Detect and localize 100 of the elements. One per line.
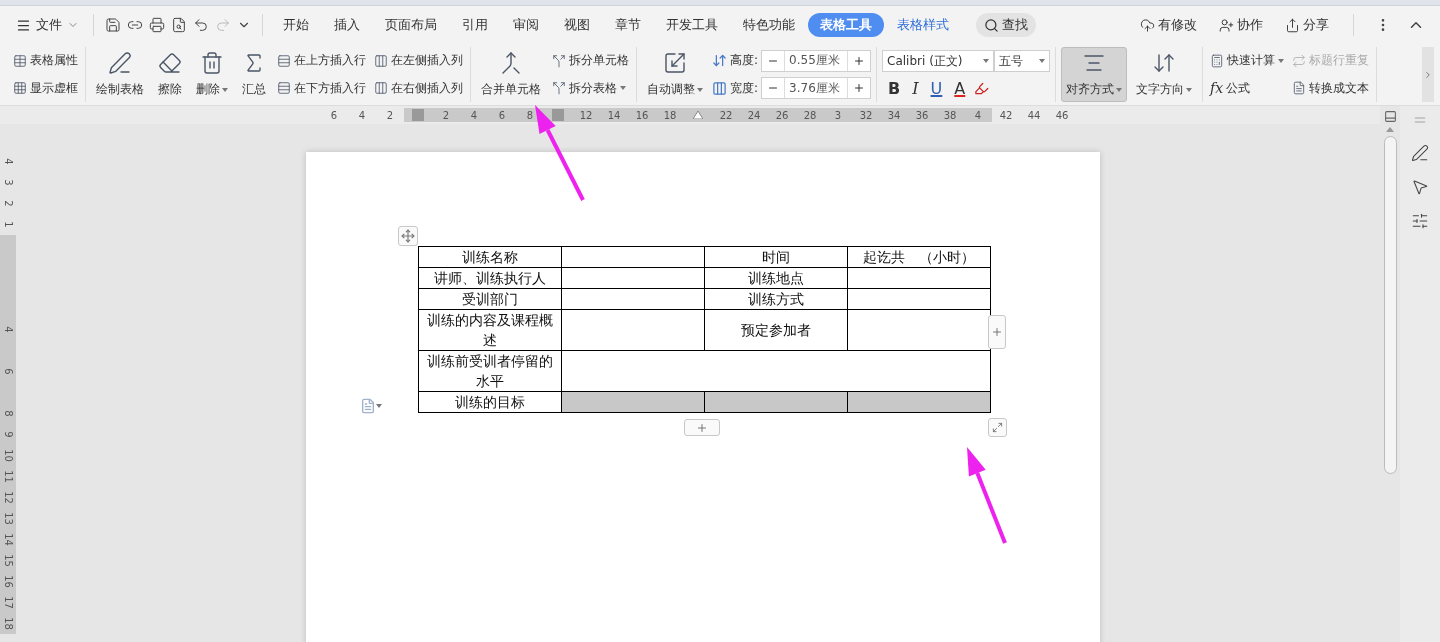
ribbon-button[interactable]: 绘制表格 [91, 47, 149, 102]
file-search-icon [171, 17, 187, 33]
ribbon-button[interactable]: 对齐方式 [1061, 47, 1128, 102]
ribbon-tab[interactable]: 页面布局 [373, 13, 449, 37]
ribbon-tab[interactable]: 插入 [322, 13, 372, 37]
columns-icon [374, 81, 388, 96]
caret-icon [620, 86, 626, 91]
ribbon-button[interactable]: 快速计算 [1208, 51, 1287, 71]
ruler-marker[interactable] [404, 108, 432, 122]
format-button[interactable]: I [906, 79, 925, 98]
caret-icon [1039, 59, 1046, 63]
ruler-number: 14 [0, 529, 16, 550]
ribbon-button[interactable]: 在右侧插入列 [372, 78, 465, 98]
ribbon-tab[interactable]: 引用 [450, 13, 500, 37]
field-label: 宽度: [730, 79, 759, 97]
ruler-number: 15 [0, 550, 16, 571]
ribbon-button[interactable]: 转换成文本 [1290, 78, 1372, 98]
caret-icon [983, 59, 990, 63]
ribbon-tab[interactable]: 开始 [271, 13, 321, 37]
ruler-marker[interactable] [544, 108, 572, 122]
add-row-button[interactable] [684, 419, 720, 436]
ribbon-button[interactable]: 合并单元格 [476, 47, 546, 102]
printer-icon [149, 17, 165, 33]
ruler-number: 13 [0, 508, 16, 529]
ribbon-button[interactable]: 在上方插入行 [275, 51, 368, 71]
pointer-icon[interactable] [1411, 178, 1429, 196]
ribbon-button[interactable]: 文字方向 [1131, 47, 1198, 102]
document-icon[interactable] [360, 398, 382, 414]
rows-icon [277, 81, 291, 96]
toolbar-action[interactable]: 有修改 [1134, 15, 1203, 35]
ribbon-button[interactable]: 汇总 [237, 47, 271, 102]
ruler-number: 38 [936, 108, 964, 122]
caret-icon [697, 87, 703, 92]
toolbar-action[interactable]: 分享 [1279, 15, 1335, 35]
table-cell: 讲师、训练执行人 [418, 267, 562, 289]
ribbon-tab[interactable]: 章节 [603, 13, 653, 37]
size-field[interactable]: 3.76厘米 [761, 77, 872, 100]
scroll-up-icon[interactable] [1386, 127, 1394, 132]
ruler-number: 34 [880, 108, 908, 122]
caret-icon [222, 87, 228, 92]
ribbon-button[interactable]: 擦除 [153, 47, 187, 102]
resize-handle[interactable] [988, 418, 1007, 437]
ruler-number: 24 [740, 108, 768, 122]
ribbon-button[interactable]: 自动调整 [642, 47, 708, 102]
ribbon-tab[interactable]: 表格样式 [885, 13, 961, 37]
font-size-select[interactable]: 五号 [994, 50, 1051, 72]
toolbar-action[interactable]: 协作 [1213, 15, 1269, 35]
ruler-number: 18 [0, 613, 16, 634]
ribbon-button[interactable]: 在下方插入行 [275, 78, 368, 98]
table-cell: 训练的内容及课程概述 [418, 309, 562, 351]
resize-icon [992, 422, 1003, 433]
undo-icon [193, 17, 209, 33]
ribbon-button[interactable]: fx 公式 [1208, 78, 1287, 98]
ruler-number: 4 [964, 108, 992, 122]
split-icon [552, 53, 566, 68]
redo-icon [215, 17, 231, 33]
plus-icon [696, 421, 708, 434]
scroll-thumb[interactable] [1383, 136, 1397, 474]
add-column-button[interactable] [988, 315, 1006, 349]
ruler-number: 12 [572, 108, 600, 122]
pen-icon[interactable] [1411, 144, 1429, 162]
file-menu[interactable]: 文件 [10, 14, 85, 36]
plus-icon [991, 326, 1003, 338]
format-button[interactable]: A [948, 79, 972, 98]
panel-icon[interactable] [1383, 110, 1397, 123]
ribbon-button[interactable]: 拆分表格 [550, 78, 631, 98]
ribbon-button[interactable]: 删除 [191, 47, 233, 102]
ruler-number: 18 [656, 108, 684, 122]
formula-icon: fx [1210, 80, 1224, 97]
ruler-number: 6 [488, 108, 516, 122]
ribbon-tab[interactable]: 审阅 [501, 13, 551, 37]
ruler-number: 3 [824, 108, 852, 122]
ruler-number: 12 [0, 487, 16, 508]
ribbon-tab[interactable]: 开发工具 [654, 13, 730, 37]
table-cell: 预定参加者 [704, 309, 848, 351]
rows-icon [277, 53, 291, 68]
ribbon-button[interactable]: 表格属性 [11, 51, 80, 71]
ruler-number: 2 [1, 199, 15, 209]
share-icon [1285, 17, 1300, 33]
ruler-number: 8 [0, 403, 16, 424]
size-field[interactable]: 0.55厘米 [761, 49, 872, 72]
resize-icon [663, 51, 687, 75]
ribbon-tab[interactable]: 特色功能 [731, 13, 807, 37]
format-button[interactable]: U [924, 79, 949, 98]
ribbon-tab[interactable]: 视图 [552, 13, 602, 37]
ruler-number: 4 [0, 319, 16, 340]
format-button[interactable]: B [882, 79, 907, 98]
search-icon [984, 17, 999, 33]
font-family-select[interactable]: Calibri (正文) [882, 50, 995, 72]
move-handle[interactable] [398, 226, 418, 246]
sliders-icon[interactable] [1411, 212, 1429, 230]
ribbon-button[interactable]: 显示虚框 [11, 78, 80, 98]
ribbon-button[interactable]: 拆分单元格 [550, 51, 631, 71]
ruler-number: 46 [1054, 108, 1070, 122]
search-button[interactable]: 查找 [976, 13, 1036, 37]
ruler-number: 4 [460, 108, 488, 122]
ruler-number: 28 [796, 108, 824, 122]
ribbon-button[interactable]: 在左侧插入列 [372, 51, 465, 71]
table-cell: 起讫共 （小时） [847, 246, 991, 268]
document-icon [1292, 81, 1307, 96]
